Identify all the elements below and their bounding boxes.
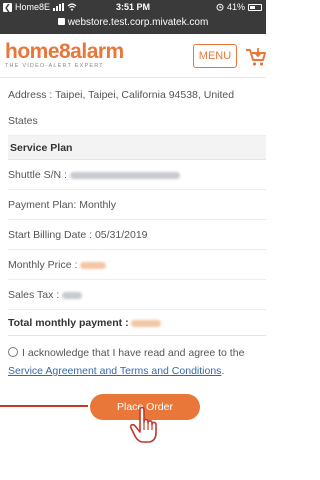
monthly-price-label: Monthly Price : [8, 259, 78, 271]
logo[interactable]: home8alarm THE VIDEO-ALERT EXPERT [5, 40, 124, 69]
monthly-price-row: Monthly Price : [8, 250, 266, 280]
agreement: I acknowledge that I have read and agree… [8, 344, 264, 380]
start-billing-row: Start Billing Date : 05/31/2019 [8, 220, 266, 250]
sales-tax-redacted [62, 291, 83, 299]
sales-tax-row: Sales Tax : [8, 280, 266, 310]
terms-link[interactable]: Service Agreement and Terms and Conditio… [8, 365, 221, 377]
alarm-icon [216, 3, 224, 11]
total-payment-redacted [131, 319, 162, 327]
payment-plan-row: Payment Plan: Monthly [8, 190, 266, 220]
url-bar[interactable]: webstore.test.corp.mivatek.com [0, 16, 266, 34]
total-payment-label: Total monthly payment : [8, 317, 129, 329]
logo-tagline: THE VIDEO-ALERT EXPERT [5, 63, 104, 69]
agreement-text: I acknowledge that I have read and agree… [22, 347, 245, 359]
status-right: 41% [216, 2, 262, 12]
logo-text: home8alarm [5, 40, 124, 63]
url-text: webstore.test.corp.mivatek.com [67, 17, 209, 28]
total-payment-row: Total monthly payment : [8, 310, 266, 336]
service-plan-heading: Service Plan [8, 136, 266, 160]
address-text: Address : Taipei, Taipei, California 945… [8, 82, 266, 136]
menu-button[interactable]: MENU [193, 44, 237, 68]
hand-cursor-icon [129, 406, 157, 443]
sales-tax-label: Sales Tax : [8, 289, 60, 301]
lock-icon [57, 18, 65, 25]
agreement-period: . [221, 365, 225, 377]
status-bar: ❮ Home8E 3:51 PM 41% [0, 0, 266, 16]
agree-checkbox[interactable] [8, 347, 18, 357]
shuttle-sn-row: Shuttle S/N : [8, 160, 266, 190]
battery-percent: 41% [226, 2, 245, 12]
monthly-price-redacted [80, 261, 107, 269]
site-header: home8alarm THE VIDEO-ALERT EXPERT MENU [0, 34, 266, 78]
battery-icon [248, 3, 262, 11]
order-summary: Address : Taipei, Taipei, California 945… [8, 82, 266, 336]
cart-icon[interactable] [244, 44, 268, 68]
annotation-pointer-line [0, 405, 88, 407]
shuttle-sn-redacted [69, 171, 180, 179]
shuttle-sn-label: Shuttle S/N : [8, 169, 67, 181]
